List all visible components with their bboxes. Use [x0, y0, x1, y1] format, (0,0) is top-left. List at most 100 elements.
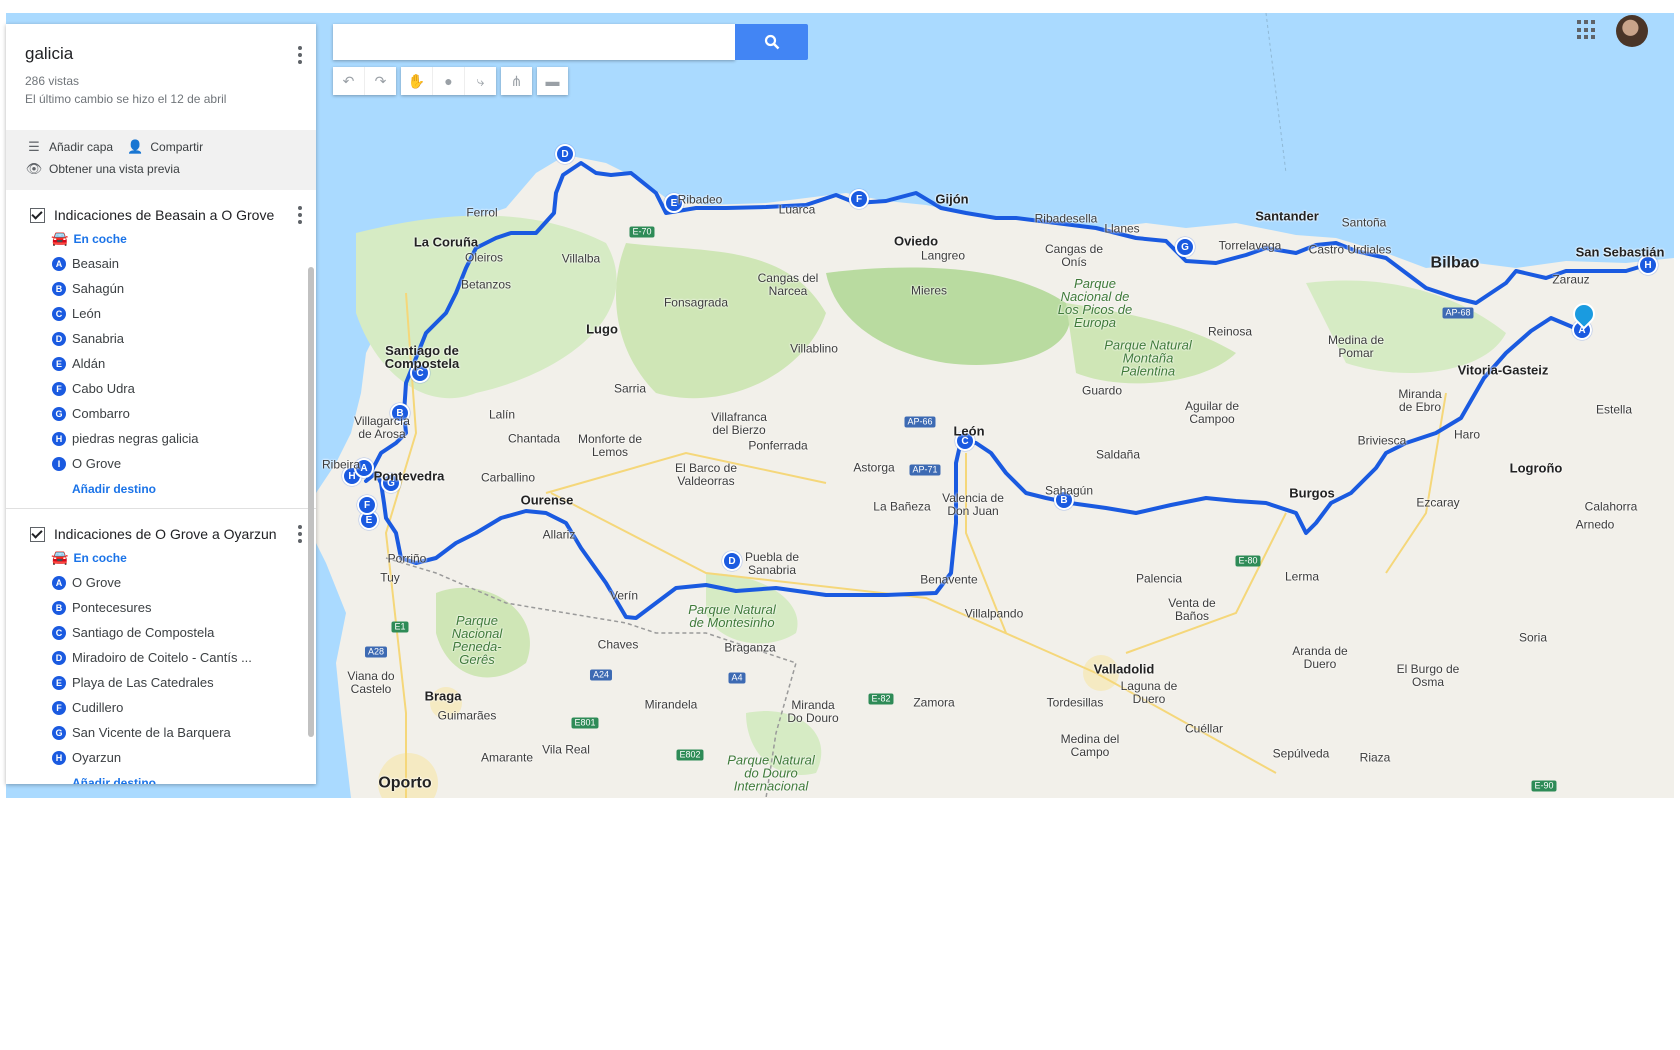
search-input[interactable]	[333, 24, 735, 60]
map-label-estella: Estella	[1595, 402, 1633, 417]
route-stop[interactable]: I O Grove	[6, 451, 316, 476]
route2-marker-G[interactable]: G	[1175, 237, 1195, 257]
map-label-tuy: Tuy	[380, 570, 400, 585]
route-stop[interactable]: G Combarro	[6, 401, 316, 426]
travel-mode-label: En coche	[73, 231, 127, 246]
map-label-braga: Braga	[424, 688, 462, 704]
stop-name: Beasain	[72, 256, 119, 271]
map-label-tordesillas: Tordesillas	[1046, 695, 1104, 710]
stop-name: Cudillero	[72, 700, 124, 715]
map-label-pontevedra: Pontevedra	[373, 468, 445, 484]
travel-mode[interactable]: 🚘 En coche	[6, 226, 316, 251]
map-label-monforte: Monforte de Lemos	[577, 432, 643, 459]
layer-title[interactable]: Indicaciones de Beasain a O Grove	[54, 207, 274, 223]
road-shield-a24: A24	[589, 669, 613, 681]
map-label-medina-campo: Medina del Campo	[1060, 732, 1120, 759]
directions-icon[interactable]: ⋔	[501, 67, 532, 95]
stop-name: O Grove	[72, 456, 122, 471]
view-count: 286 vistas	[25, 74, 80, 88]
road-shield-ap68: AP-68	[1442, 307, 1474, 319]
route-stop[interactable]: A O Grove	[6, 570, 316, 595]
road-shield-ap66: AP-66	[904, 416, 936, 428]
stop-letter-icon: D	[52, 650, 66, 665]
map-label-miranda-douro: Miranda Do Douro	[787, 698, 839, 725]
avatar[interactable]	[1616, 15, 1648, 47]
add-layer-button[interactable]: ☰ Añadir capa	[25, 139, 113, 154]
layer-title[interactable]: Indicaciones de O Grove a Oyarzun	[54, 526, 277, 542]
map-label-zamora: Zamora	[913, 695, 955, 710]
map-label-miranda-ebro: Miranda de Ebro	[1398, 387, 1442, 414]
map-label-braganza: Braganza	[724, 640, 776, 655]
stop-name: Combarro	[72, 406, 130, 421]
map-label-castro: Castro Urdiales	[1308, 242, 1392, 257]
stop-name: Sanabria	[72, 331, 125, 346]
preview-button[interactable]: 👁 Obtener una vista previa	[25, 161, 180, 176]
route-stop[interactable]: Hpiedras negras galicia	[6, 426, 316, 451]
map-label-douro: Parque Natural do Douro Internacional	[727, 752, 815, 794]
add-destination-button[interactable]: Añadir destino	[6, 770, 316, 784]
route2-marker-D[interactable]: D	[555, 144, 575, 164]
add-destination-button[interactable]: Añadir destino	[6, 476, 316, 502]
map-title[interactable]: galicia	[25, 44, 298, 64]
map-label-puebla-sanabria: Puebla de Sanabria	[744, 550, 800, 577]
route-stop[interactable]: F Cabo Udra	[6, 376, 316, 401]
stop-letter-icon: C	[52, 306, 66, 321]
map-label-saldana: Saldaña	[1095, 447, 1141, 462]
route-stop[interactable]: D Sanabria	[6, 326, 316, 351]
panel-scrollbar[interactable]	[308, 267, 314, 737]
map-options-menu-icon[interactable]	[298, 46, 302, 64]
layer-options-menu-icon[interactable]	[298, 525, 302, 543]
map-label-ezcaray: Ezcaray	[1416, 495, 1460, 510]
stop-letter-icon: B	[52, 600, 66, 615]
route-stop[interactable]: H Oyarzun	[6, 745, 316, 770]
layer-visibility-checkbox[interactable]	[30, 526, 45, 542]
stop-letter-icon: A	[52, 575, 66, 590]
ruler-icon[interactable]: ▬	[537, 67, 568, 95]
route-stop[interactable]: F Cudillero	[6, 695, 316, 720]
map-label-barco: El Barco de Valdeorras	[674, 461, 738, 488]
road-shield-e82: E-82	[868, 693, 894, 705]
route-stop[interactable]: A Beasain	[6, 251, 316, 276]
map-label-santander: Santander	[1255, 208, 1319, 224]
layer-options-menu-icon[interactable]	[298, 206, 302, 224]
undo-icon[interactable]: ↶	[333, 67, 365, 95]
map-label-viana: Viana do Castelo	[347, 669, 395, 696]
marker-icon[interactable]: ●	[433, 67, 465, 95]
map-label-burgos: Burgos	[1289, 485, 1335, 501]
route-stop[interactable]: C Santiago de Compostela	[6, 620, 316, 645]
search-button[interactable]	[735, 24, 808, 60]
car-icon: 🚘	[51, 230, 69, 246]
route-stop[interactable]: E Aldán	[6, 351, 316, 376]
route-stop[interactable]: E Playa de Las Catedrales	[6, 670, 316, 695]
hand-icon[interactable]: ✋	[401, 67, 433, 95]
travel-mode[interactable]: 🚘 En coche	[6, 545, 316, 570]
map-label-luarca: Luarca	[778, 202, 816, 217]
draw-line-icon[interactable]: ⤷	[465, 67, 496, 95]
map-label-ponferrada: Ponferrada	[748, 438, 808, 453]
stop-letter-icon: F	[52, 700, 66, 715]
stop-letter-icon: D	[52, 331, 66, 346]
map-label-oviedo: Oviedo	[893, 233, 939, 249]
map-label-leon: León	[953, 423, 985, 439]
layer-header: Indicaciones de O Grove a Oyarzun	[6, 523, 316, 545]
eye-icon: 👁	[25, 161, 43, 176]
route-marker-F[interactable]: F	[357, 495, 377, 515]
map-toolbar: ↶ ↷ ✋ ● ⤷ ⋔ ▬	[333, 67, 568, 95]
map-label-chaves: Chaves	[597, 637, 639, 652]
redo-icon[interactable]: ↷	[365, 67, 396, 95]
route-stop[interactable]: G San Vicente de la Barquera	[6, 720, 316, 745]
layer-visibility-checkbox[interactable]	[30, 207, 45, 223]
route-stop[interactable]: B Pontecesures	[6, 595, 316, 620]
road-shield-e70: E-70	[629, 226, 655, 238]
apps-grid-icon[interactable]	[1577, 20, 1597, 40]
map-label-laguna: Laguna de Duero	[1120, 679, 1178, 706]
map-label-zarauz: Zarauz	[1552, 272, 1590, 287]
route-stop[interactable]: C León	[6, 301, 316, 326]
share-button[interactable]: 👤 Compartir	[126, 139, 203, 154]
map-label-astorga: Astorga	[853, 460, 895, 475]
map-label-calahorra: Calahorra	[1584, 499, 1638, 514]
route-stop[interactable]: B Sahagún	[6, 276, 316, 301]
route2-marker-F[interactable]: F	[849, 189, 869, 209]
stop-letter-icon: H	[52, 431, 66, 446]
route-stop[interactable]: D Miradoiro de Coitelo - Cantís ...	[6, 645, 316, 670]
